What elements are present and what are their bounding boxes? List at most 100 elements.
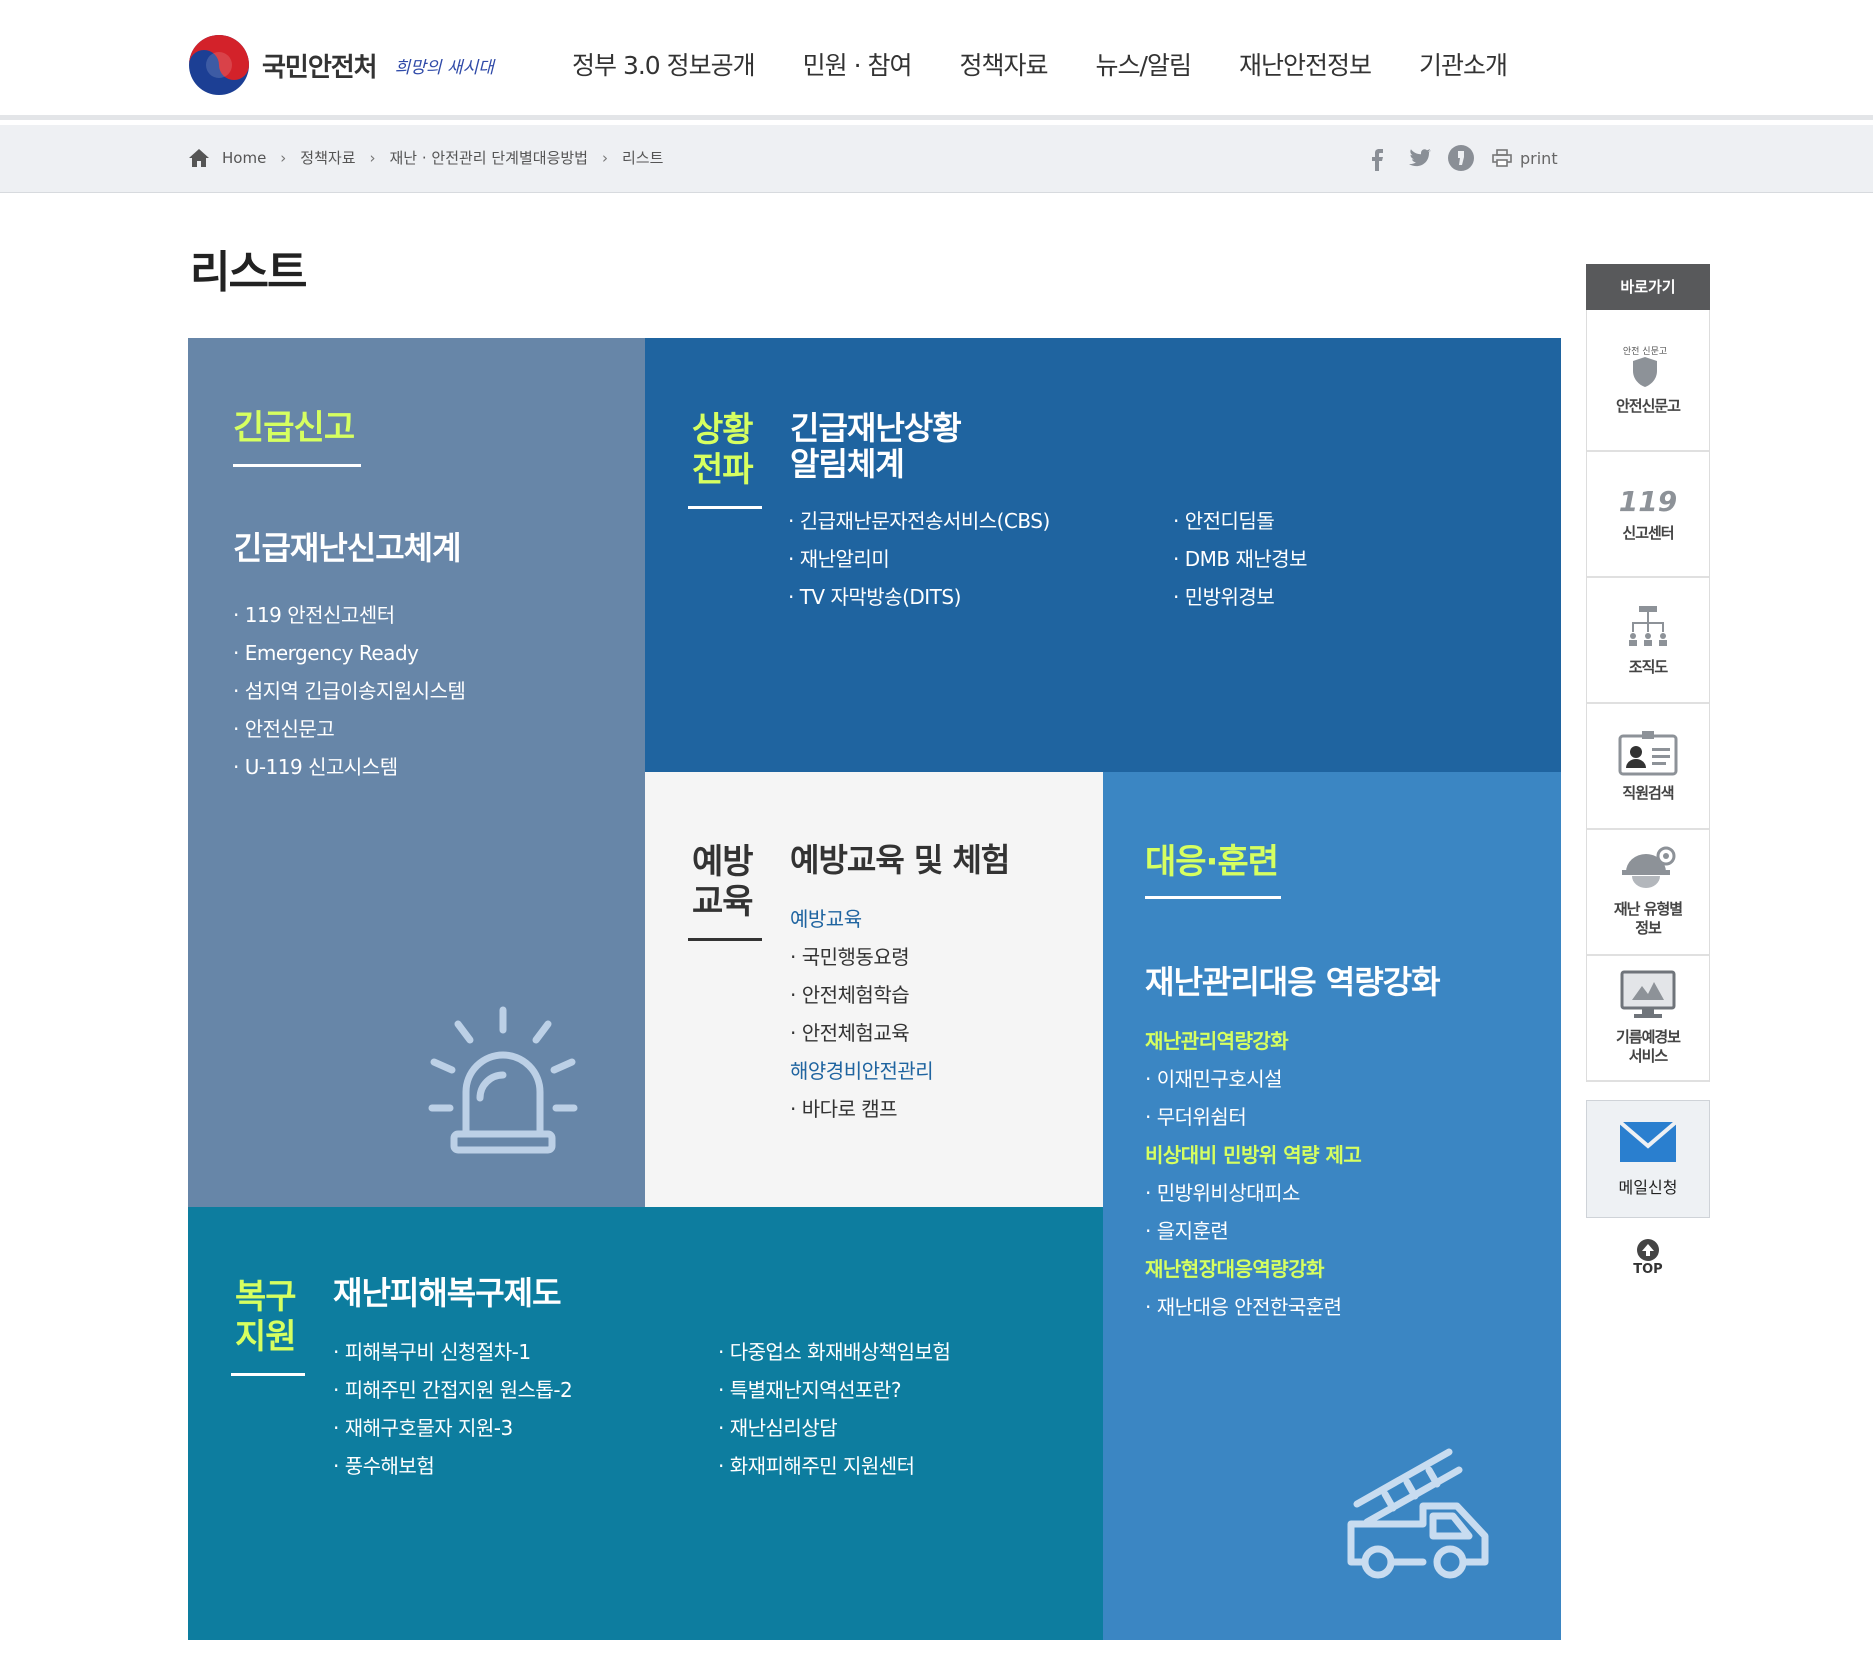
list-item[interactable]: 섬지역 긴급이송지원시스템 <box>233 672 466 710</box>
kakaostory-icon[interactable] <box>1446 143 1476 173</box>
list-item[interactable]: 무더위쉼터 <box>1145 1098 1361 1136</box>
site-logo[interactable]: 국민안전처 희망의 새시대 <box>188 34 548 96</box>
link-list: 피해복구비 신청절차-1 피해주민 간접지원 원스톱-2 재해구호물자 지원-3… <box>333 1333 573 1485</box>
print-button[interactable]: print <box>1492 149 1558 168</box>
list-item[interactable]: TV 자막방송(DITS) <box>788 578 1050 616</box>
label-line: 기름예경보 <box>1615 1028 1681 1046</box>
tile-heading[interactable]: 예방교육 및 체험 <box>790 842 1010 878</box>
chevron-right-icon: › <box>369 148 376 167</box>
list-item[interactable]: 민방위경보 <box>1173 578 1307 616</box>
list-item[interactable]: 안전디딤돌 <box>1173 502 1307 540</box>
category-line: 상황 <box>692 410 754 450</box>
quick-item-report-center[interactable]: 119 신고센터 <box>1587 452 1709 578</box>
list-item[interactable]: 다중업소 화재배상책임보험 <box>718 1333 951 1371</box>
link-group: 예방교육 국민행동요령 안전체험학습 안전체험교육 해양경비안전관리 바다로 캠… <box>790 900 934 1128</box>
nav-item-about[interactable]: 기관소개 <box>1419 46 1508 82</box>
printer-icon <box>1492 149 1512 167</box>
twitter-icon[interactable] <box>1404 143 1434 173</box>
category-underline <box>688 938 762 941</box>
list-item[interactable]: 재난대응 안전한국훈련 <box>1145 1288 1361 1326</box>
list-item[interactable]: 화재피해주민 지원센터 <box>718 1447 950 1485</box>
quick-menu: 바로가기 안전 신문고 안전신문고 119 신고센터 조직도 직원검색 재난 유… <box>1586 264 1710 1277</box>
breadcrumb-item[interactable]: 정책자료 <box>300 147 355 168</box>
breadcrumb-bar: Home › 정책자료 › 재난 · 안전관리 단계별대응방법 › 리스트 pr… <box>0 125 1873 193</box>
mail-subscribe-button[interactable]: 메일신청 <box>1586 1100 1710 1218</box>
nav-item-disaster-safety-info[interactable]: 재난안전정보 <box>1239 46 1372 82</box>
group-label[interactable]: 재난현장대응역량강화 <box>1145 1250 1361 1288</box>
scroll-top-label: TOP <box>1633 1262 1663 1277</box>
tile-heading[interactable]: 긴급재난상황 알림체계 <box>790 409 962 482</box>
list-item[interactable]: 바다로 캠프 <box>790 1090 933 1128</box>
breadcrumb-current: 리스트 <box>621 149 664 167</box>
category-line: 전파 <box>692 450 754 490</box>
list-item[interactable]: 을지훈련 <box>1145 1212 1361 1250</box>
category-label: 긴급신고 <box>233 408 355 448</box>
breadcrumb-item[interactable]: 재난 · 안전관리 단계별대응방법 <box>390 147 588 168</box>
tile-heading[interactable]: 긴급재난신고체계 <box>233 530 462 566</box>
siren-icon <box>428 1006 578 1154</box>
taegeuk-logo-icon <box>189 35 249 95</box>
category-underline <box>233 464 361 467</box>
link-list: 119 안전신고센터 Emergency Ready 섬지역 긴급이송지원시스템… <box>233 596 466 786</box>
link-list: 재난대응 안전한국훈련 <box>1145 1288 1361 1326</box>
link-list: 국민행동요령 안전체험학습 안전체험교육 <box>790 938 933 1052</box>
share-tools: print <box>1362 143 1558 173</box>
quick-item-label: 직원검색 <box>1622 783 1674 802</box>
list-item[interactable]: 재해구호물자 지원-3 <box>333 1409 572 1447</box>
nav-item-news[interactable]: 뉴스/알림 <box>1096 46 1192 82</box>
list-item[interactable]: 피해주민 간접지원 원스톱-2 <box>333 1371 573 1409</box>
list-item[interactable]: 민방위비상대피소 <box>1145 1174 1361 1212</box>
list-item[interactable]: 안전체험학습 <box>790 976 933 1014</box>
link-group: 재난관리역량강화 이재민구호시설 무더위쉼터 비상대비 민방위 역량 제고 민방… <box>1145 1022 1362 1326</box>
list-item[interactable]: 특별재난지역선포란? <box>718 1371 950 1409</box>
group-label[interactable]: 재난관리역량강화 <box>1145 1022 1361 1060</box>
119-icon-text: 119 <box>1619 486 1677 516</box>
quick-item-oil-alert-service[interactable]: 기름예경보 서비스 <box>1587 956 1709 1082</box>
list-item[interactable]: 재난알리미 <box>788 540 1050 578</box>
list-item[interactable]: 119 안전신고센터 <box>233 596 465 634</box>
label-line: 재난 유형별 <box>1613 900 1683 918</box>
category-label: 상황 전파 <box>692 410 754 490</box>
group-label[interactable]: 비상대비 민방위 역량 제고 <box>1145 1136 1362 1174</box>
arrow-up-circle-icon <box>1637 1239 1659 1261</box>
safety-report-icon-text: 안전 신문고 <box>1623 346 1667 357</box>
tile-situation-propagation: 상황 전파 긴급재난상황 알림체계 긴급재난문자전송서비스(CBS) 재난알리미… <box>645 338 1561 772</box>
nav-item-civil-participation[interactable]: 민원 · 참여 <box>803 46 913 82</box>
scroll-top-button[interactable]: TOP <box>1586 1238 1710 1277</box>
list-item[interactable]: 재난심리상담 <box>718 1409 950 1447</box>
list-item[interactable]: 피해복구비 신청절차-1 <box>333 1333 572 1371</box>
list-item[interactable]: U-119 신고시스템 <box>233 748 465 786</box>
list-item[interactable]: 풍수해보험 <box>333 1447 572 1485</box>
group-label[interactable]: 예방교육 <box>790 900 933 938</box>
quick-item-label: 기름예경보 서비스 <box>1615 1028 1681 1066</box>
link-list: 긴급재난문자전송서비스(CBS) 재난알리미 TV 자막방송(DITS) <box>788 502 1051 616</box>
link-list: 민방위비상대피소 을지훈련 <box>1145 1174 1361 1250</box>
quick-item-safety-report[interactable]: 안전 신문고 안전신문고 <box>1587 310 1709 452</box>
heading-line: 긴급재난상황 <box>790 409 962 447</box>
quick-item-label: 조직도 <box>1628 657 1668 676</box>
list-item[interactable]: 안전체험교육 <box>790 1014 933 1052</box>
list-item[interactable]: 안전신문고 <box>233 710 465 748</box>
category-label: 대응·훈련 <box>1145 842 1279 882</box>
list-item[interactable]: Emergency Ready <box>233 634 465 672</box>
nav-item-policy-materials[interactable]: 정책자료 <box>960 46 1049 82</box>
breadcrumb: Home › 정책자료 › 재난 · 안전관리 단계별대응방법 › 리스트 <box>188 147 663 168</box>
quick-item-disaster-type-info[interactable]: 재난 유형별 정보 <box>1587 830 1709 956</box>
group-label[interactable]: 해양경비안전관리 <box>790 1052 934 1090</box>
list-item[interactable]: 이재민구호시설 <box>1145 1060 1361 1098</box>
quick-item-org-chart[interactable]: 조직도 <box>1587 578 1709 704</box>
facebook-icon[interactable] <box>1362 143 1392 173</box>
logo-text: 국민안전처 <box>262 52 378 83</box>
tile-heading[interactable]: 재난관리대응 역량강화 <box>1145 964 1441 1000</box>
list-item[interactable]: DMB 재난경보 <box>1173 540 1308 578</box>
quick-item-label: 신고센터 <box>1622 523 1674 542</box>
chevron-right-icon: › <box>601 148 608 167</box>
list-item[interactable]: 긴급재난문자전송서비스(CBS) <box>788 502 1051 540</box>
tile-heading[interactable]: 재난피해복구제도 <box>333 1275 562 1311</box>
quick-menu-title: 바로가기 <box>1586 264 1710 310</box>
list-item[interactable]: 국민행동요령 <box>790 938 933 976</box>
quick-item-staff-search[interactable]: 직원검색 <box>1587 704 1709 830</box>
nav-item-info-disclosure[interactable]: 정부 3.0 정보공개 <box>572 46 756 82</box>
breadcrumb-home[interactable]: Home <box>222 149 266 167</box>
mail-icon <box>1618 1120 1678 1162</box>
